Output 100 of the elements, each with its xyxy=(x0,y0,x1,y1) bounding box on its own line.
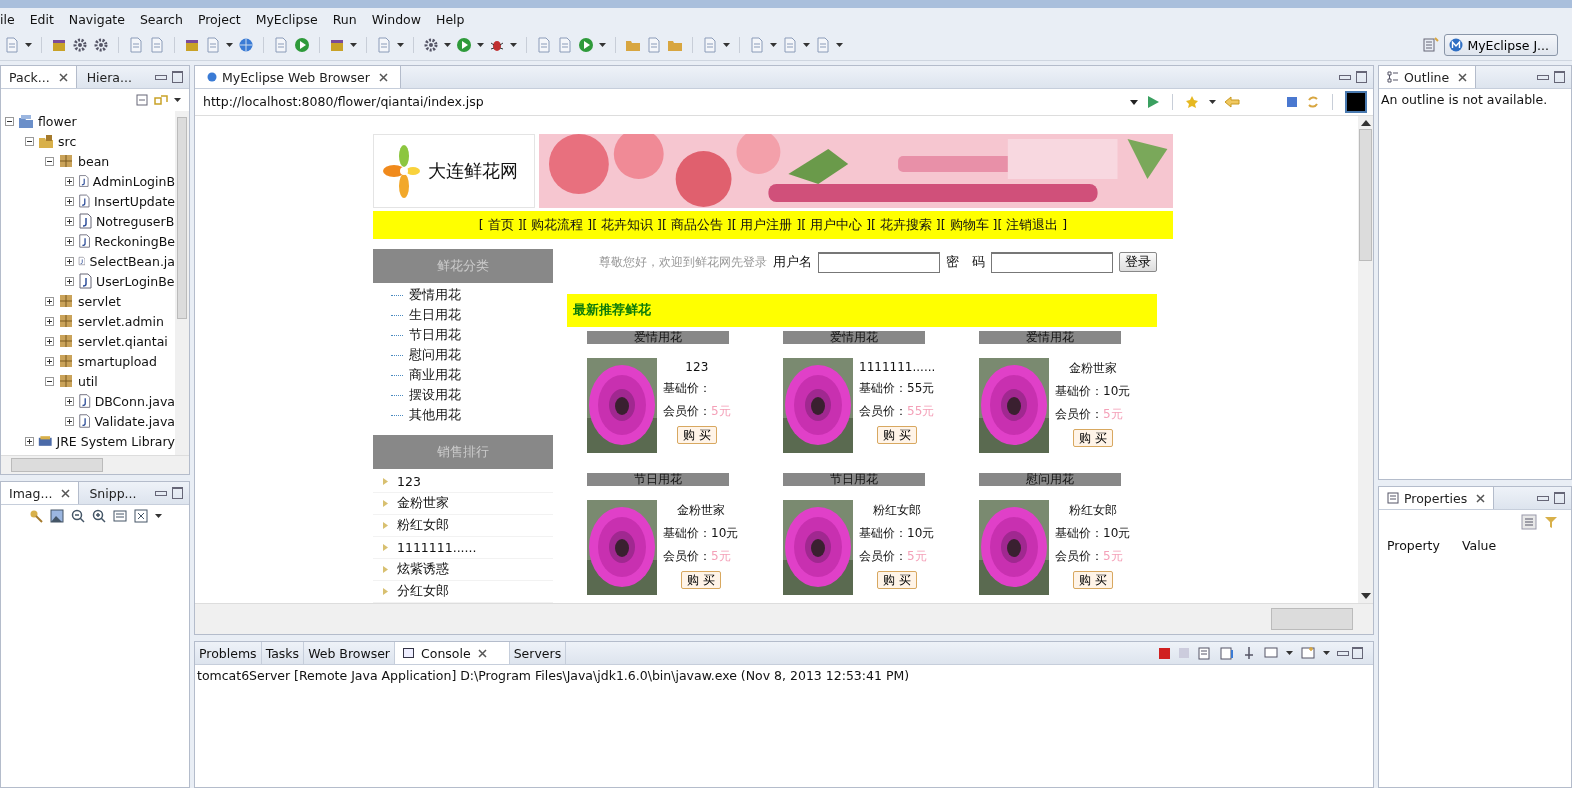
scrollbar-thumb[interactable] xyxy=(11,458,103,472)
scroll-lock-icon[interactable] xyxy=(1220,646,1234,660)
minimize-icon[interactable] xyxy=(1537,74,1549,80)
gear-icon[interactable] xyxy=(93,37,109,53)
perspective-button[interactable]: MyEclipse J... xyxy=(1444,34,1558,56)
menu-item[interactable]: Navigate xyxy=(68,11,125,27)
gear-icon[interactable] xyxy=(423,37,439,53)
nav-link[interactable]: [ 首页 ] xyxy=(478,216,523,234)
display-icon[interactable] xyxy=(1264,646,1278,660)
product-name[interactable]: 123 xyxy=(685,360,709,374)
expand-toggle[interactable] xyxy=(45,356,54,366)
expand-toggle[interactable] xyxy=(65,176,74,186)
close-icon[interactable] xyxy=(58,72,68,82)
category-link[interactable]: 节日用花 xyxy=(409,326,461,344)
category-link[interactable]: 慰问用花 xyxy=(409,346,461,364)
collapse-icon[interactable] xyxy=(136,94,148,106)
star-icon[interactable] xyxy=(1185,95,1201,109)
tree-item[interactable]: servlet xyxy=(78,293,121,309)
caret-icon[interactable] xyxy=(1323,651,1330,655)
close-icon[interactable] xyxy=(477,648,487,658)
actual-size-icon[interactable] xyxy=(113,509,127,523)
ranking-link[interactable]: 金粉世家 xyxy=(397,495,449,512)
username-field[interactable] xyxy=(818,251,940,273)
buy-button[interactable]: 购 买 xyxy=(680,571,721,589)
category-link[interactable]: 摆设用花 xyxy=(409,386,461,404)
box-icon[interactable] xyxy=(329,37,345,53)
menu-item[interactable]: Edit xyxy=(29,11,54,27)
editor-tab[interactable]: MyEclipse Web Browser xyxy=(195,66,401,88)
view-tab[interactable]: Pack... xyxy=(1,66,77,88)
run-icon[interactable] xyxy=(456,37,472,53)
clear-icon[interactable] xyxy=(1198,646,1212,660)
nav-link[interactable]: [ 用户注册 ] xyxy=(731,216,802,234)
url-field[interactable]: http://localhost:8080/flower/qiantai/index.jsp xyxy=(201,92,1122,112)
close-icon[interactable] xyxy=(61,488,71,498)
menu-item[interactable]: Window xyxy=(371,11,421,27)
box-icon[interactable] xyxy=(51,37,67,53)
buy-button[interactable]: 购 买 xyxy=(876,571,917,589)
minimize-icon[interactable] xyxy=(155,74,167,80)
run-icon[interactable] xyxy=(294,37,310,53)
tree-item[interactable]: InsertUpdate xyxy=(93,193,175,209)
ranking-link[interactable]: 1111111...... xyxy=(397,540,477,555)
globe-icon[interactable] xyxy=(238,37,254,53)
expand-toggle[interactable] xyxy=(45,376,54,386)
tree-item[interactable]: ReckoningBe xyxy=(94,233,175,249)
zoom-in-icon[interactable] xyxy=(92,509,106,523)
caret-icon[interactable] xyxy=(723,43,730,47)
nav-link[interactable]: [ 购花流程 ] xyxy=(522,216,593,234)
caret-icon[interactable] xyxy=(599,43,606,47)
close-icon[interactable] xyxy=(1458,72,1468,82)
caret-icon[interactable] xyxy=(25,43,32,47)
expand-toggle[interactable] xyxy=(45,156,54,166)
expand-toggle[interactable] xyxy=(65,196,74,206)
nav-link[interactable]: [ 花卉搜索 ] xyxy=(871,216,941,234)
image-icon[interactable] xyxy=(50,509,64,523)
nav-link[interactable]: [ 商品公告 ] xyxy=(661,216,732,234)
expand-toggle[interactable] xyxy=(5,116,14,126)
new-console-icon[interactable] xyxy=(1301,646,1315,660)
buy-button[interactable]: 购 买 xyxy=(1072,429,1113,447)
category-link[interactable]: 爱情用花 xyxy=(409,286,461,304)
caret-icon[interactable] xyxy=(836,43,843,47)
caret-icon[interactable] xyxy=(1286,651,1293,655)
expand-toggle[interactable] xyxy=(65,256,74,266)
stop-icon[interactable] xyxy=(1286,96,1298,108)
expand-toggle[interactable] xyxy=(65,276,74,286)
ranking-link[interactable]: 粉红女郎 xyxy=(397,517,449,534)
column-header[interactable]: Property xyxy=(1387,538,1440,553)
view-tab[interactable]: Problems xyxy=(195,642,262,664)
view-tab[interactable]: Imag... xyxy=(1,482,80,504)
expand-toggle[interactable] xyxy=(45,336,54,346)
maximize-icon[interactable] xyxy=(1356,71,1367,83)
category-link[interactable]: 商业用花 xyxy=(409,366,461,384)
scrollbar-thumb[interactable] xyxy=(1359,129,1372,261)
maximize-icon[interactable] xyxy=(172,487,183,499)
product-name[interactable]: 金粉世家 xyxy=(1068,360,1117,377)
nav-link[interactable]: [ 花卉知识 ] xyxy=(592,216,662,234)
fit-icon[interactable] xyxy=(134,509,148,523)
menu-item[interactable]: Help xyxy=(436,11,465,27)
caret-icon[interactable] xyxy=(477,43,484,47)
caret-icon[interactable] xyxy=(1130,99,1138,105)
expand-toggle[interactable] xyxy=(25,136,34,146)
close-icon[interactable] xyxy=(1476,493,1486,503)
view-tab[interactable]: Servers xyxy=(509,642,567,664)
caret-icon[interactable] xyxy=(350,43,357,47)
ranking-link[interactable]: 123 xyxy=(397,474,421,489)
ranking-link[interactable]: 炫紫诱惑 xyxy=(397,561,449,578)
maximize-icon[interactable] xyxy=(1554,71,1565,83)
login-button[interactable]: 登录 xyxy=(1119,252,1157,272)
product-name[interactable]: 1111111...... xyxy=(859,360,936,374)
tree-item[interactable]: servlet.admin xyxy=(78,313,164,329)
zoom-out-icon[interactable] xyxy=(71,509,85,523)
buy-button[interactable]: 购 买 xyxy=(1072,571,1113,589)
tree-item[interactable]: Validate.java xyxy=(94,413,175,429)
expand-toggle[interactable] xyxy=(65,236,74,246)
password-field[interactable] xyxy=(991,251,1113,273)
caret-icon[interactable] xyxy=(803,43,810,47)
product-name[interactable]: 金粉世家 xyxy=(676,502,725,519)
tree-item[interactable]: JRE System Library xyxy=(56,433,175,449)
scrollbar-thumb[interactable] xyxy=(1271,608,1353,630)
view-tab[interactable]: Tasks xyxy=(261,642,305,664)
view-tab[interactable]: Console xyxy=(395,642,510,664)
